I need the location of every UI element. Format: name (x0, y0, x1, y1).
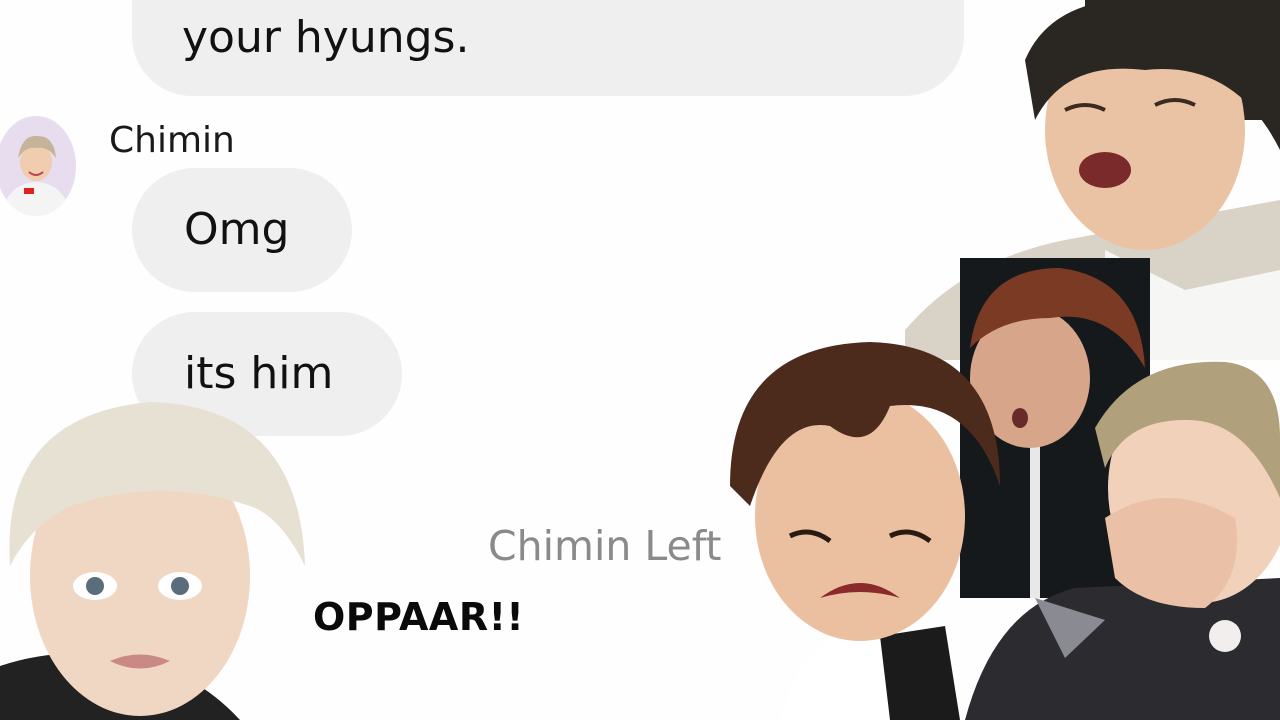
sender-avatar[interactable] (0, 116, 76, 216)
chat-screen: your hyungs. Chimin Omg its him Chimin L… (0, 0, 1280, 720)
message-bubble-incoming: Omg (132, 168, 352, 292)
reaction-sticker-stare (0, 396, 310, 720)
message-text: your hyungs. (182, 12, 470, 63)
reaction-sticker-crying (720, 336, 1005, 720)
system-message-left: Chimin Left (488, 522, 722, 570)
meme-caption: OPPAAR!! (313, 595, 525, 639)
message-text: its him (184, 348, 334, 399)
message-text: Omg (184, 204, 290, 255)
message-bubble-incoming: your hyungs. (132, 0, 964, 96)
sender-name: Chimin (109, 120, 235, 161)
avatar-image (0, 116, 76, 216)
